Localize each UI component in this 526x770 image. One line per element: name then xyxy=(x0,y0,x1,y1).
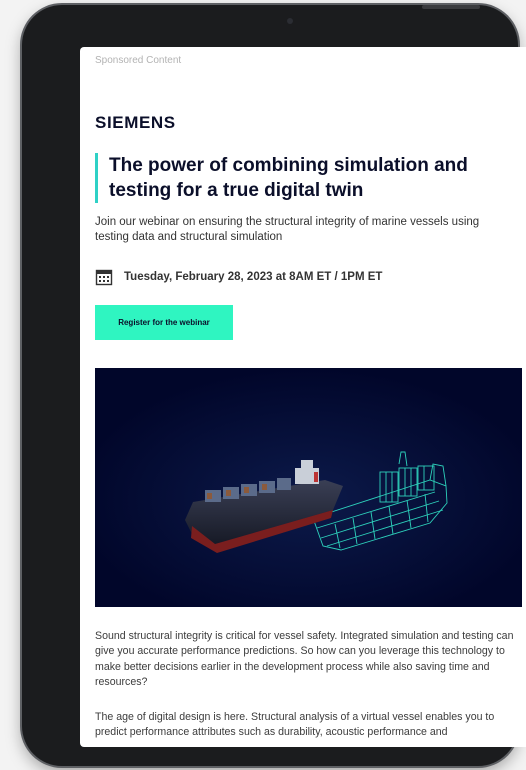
front-camera xyxy=(287,18,293,24)
event-date: Tuesday, February 28, 2023 at 8AM ET / 1… xyxy=(124,271,383,283)
ship-illustration xyxy=(95,368,522,607)
hero-image xyxy=(95,368,522,607)
body-paragraph-1: Sound structural integrity is critical f… xyxy=(95,630,514,689)
tablet-frame: Sponsored Content SIEMENS The power of c… xyxy=(22,5,526,766)
screen[interactable]: Sponsored Content SIEMENS The power of c… xyxy=(80,47,526,747)
page-title: The power of combining simulation and te… xyxy=(109,155,468,201)
event-date-row: Tuesday, February 28, 2023 at 8AM ET / 1… xyxy=(95,268,382,286)
headline-block: The power of combining simulation and te… xyxy=(95,153,526,203)
calendar-icon xyxy=(95,269,113,286)
register-button[interactable]: Register for the webinar xyxy=(95,305,233,340)
sponsored-label: Sponsored Content xyxy=(95,55,182,66)
power-button xyxy=(422,5,480,9)
intro-text: Join our webinar on ensuring the structu… xyxy=(95,216,480,243)
body-paragraph-2: The age of digital design is here. Struc… xyxy=(95,711,495,739)
brand-logo: SIEMENS xyxy=(95,113,176,132)
